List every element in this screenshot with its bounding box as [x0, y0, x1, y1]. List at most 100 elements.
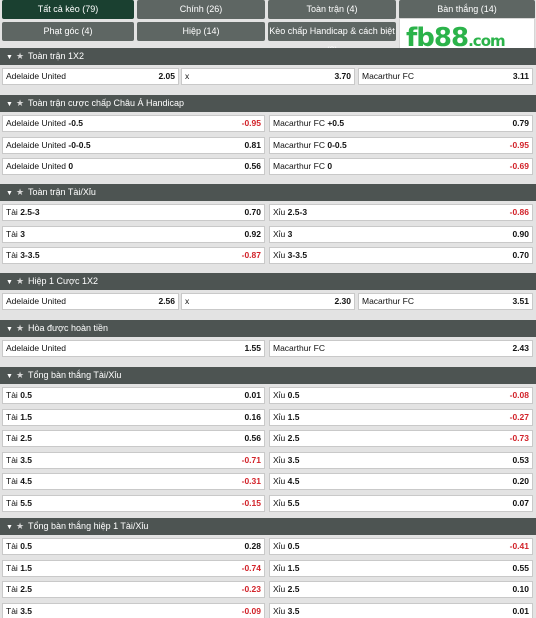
market-header[interactable]: ▼ ★ Hòa được hoàn tiền — [0, 320, 536, 337]
odds-selection[interactable]: Tài 1.5 -0.74 — [2, 559, 265, 577]
odds-selection[interactable]: Xỉu 2.5 -0.73 — [269, 430, 533, 448]
odds-selection[interactable]: Xỉu 2.5-3 -0.86 — [269, 204, 533, 221]
odds-selection[interactable]: Tài 3-3.5 -0.87 — [2, 247, 265, 265]
tab-goals[interactable]: Bàn thắng (14) — [399, 0, 535, 19]
odds-selection[interactable]: Adelaide United -0.5 -0.95 — [2, 115, 265, 132]
odds-selection[interactable]: Macarthur FC 3.11 — [358, 68, 533, 85]
odds-selection[interactable]: Adelaide United 1.55 — [2, 340, 265, 357]
collapse-caret-icon[interactable]: ▼ — [6, 368, 13, 385]
odds-value: 0.53 — [512, 454, 529, 465]
selection-line: 1.5 — [287, 411, 300, 422]
selection-line: 0 — [68, 161, 74, 172]
selection-name: Tài — [6, 228, 18, 239]
favorite-star-icon[interactable]: ★ — [16, 184, 24, 201]
tab-full-time[interactable]: Toàn trận (4) — [268, 0, 396, 19]
odds-selection[interactable]: Xỉu 5.5 0.07 — [269, 494, 533, 512]
collapse-caret-icon[interactable]: ▼ — [6, 96, 13, 113]
odds-value: 0.70 — [512, 250, 529, 261]
favorite-star-icon[interactable]: ★ — [16, 367, 24, 384]
market-section: ▼ ★ Toàn trận Tài/Xỉu Tài 2.5-3 0.70 Xỉu 2.5-… — [0, 184, 536, 266]
odds-selection[interactable]: Tài 3.5 -0.09 — [2, 602, 265, 618]
odds-selection[interactable]: Xỉu 0.5 -0.08 — [269, 387, 533, 404]
tab-handicap-margin[interactable]: Kèo chấp Handicap & cách biệt (3) — [268, 22, 396, 55]
odds-selection[interactable]: Tài 1.5 0.16 — [2, 408, 265, 426]
odds-selection[interactable]: Tài 5.5 -0.15 — [2, 494, 265, 512]
odds-selection[interactable]: Xỉu 4.5 0.20 — [269, 473, 533, 491]
collapse-caret-icon[interactable]: ▼ — [6, 321, 13, 338]
selection-line: 2.5 — [20, 584, 33, 595]
odds-selection[interactable]: Xỉu 1.5 0.55 — [269, 559, 533, 577]
odds-value: 3.70 — [334, 71, 351, 81]
selection-name: Tài — [6, 605, 18, 616]
selection-line: 0.5 — [20, 390, 33, 400]
odds-value: 0.70 — [244, 207, 261, 217]
odds-selection[interactable]: Macarthur FC 2.43 — [269, 340, 533, 357]
selection-line: -0.5 — [68, 118, 84, 128]
tab-corners[interactable]: Phạt góc (4) — [2, 22, 134, 41]
odds-selection[interactable]: Tài 2.5 0.56 — [2, 430, 265, 448]
odds-selection[interactable]: Adelaide United 2.56 — [2, 293, 179, 310]
tab-all[interactable]: Tất cả kèo (79) — [2, 0, 134, 19]
selection-line: 0-0.5 — [327, 139, 347, 150]
odds-selection[interactable]: Xỉu 0.5 -0.41 — [269, 538, 533, 555]
market-header[interactable]: ▼ ★ Toàn trận Tài/Xỉu — [0, 184, 536, 201]
odds-selection[interactable]: Tài 2.5 -0.23 — [2, 581, 265, 599]
odds-selection[interactable]: Xỉu 3.5 0.53 — [269, 451, 533, 469]
market-header[interactable]: ▼ ★ Toàn trận cược chấp Châu Á Handicap — [0, 95, 536, 112]
collapse-caret-icon[interactable]: ▼ — [6, 49, 13, 66]
favorite-star-icon[interactable]: ★ — [16, 518, 24, 535]
selection-name: Tài — [6, 390, 18, 400]
odds-selection[interactable]: Tài 3 0.92 — [2, 225, 265, 243]
odds-selection[interactable]: x 2.30 — [181, 293, 355, 310]
odds-selection[interactable]: x 3.70 — [181, 68, 355, 85]
collapse-caret-icon[interactable]: ▼ — [6, 274, 13, 291]
market-title: Toàn trận 1X2 — [28, 51, 85, 61]
market-section: ▼ ★ Toàn trận 1X2 Adelaide United 2.05 x 3.70 M… — [0, 48, 536, 87]
collapse-caret-icon[interactable]: ▼ — [6, 519, 13, 536]
odds-selection[interactable]: Macarthur FC +0.5 0.79 — [269, 115, 533, 132]
odds-selection[interactable]: Xỉu 3.5 0.01 — [269, 602, 533, 618]
collapse-caret-icon[interactable]: ▼ — [6, 185, 13, 202]
selection-line: 4.5 — [287, 476, 300, 487]
selection-name: Xỉu — [273, 584, 286, 595]
odds-value: -0.87 — [241, 250, 261, 261]
odds-selection[interactable]: Adelaide United 0 0.56 — [2, 158, 265, 176]
odds-selection[interactable]: Adelaide United 2.05 — [2, 68, 179, 85]
selection-name: Tài — [6, 562, 18, 573]
favorite-star-icon[interactable]: ★ — [16, 48, 24, 65]
market-header[interactable]: ▼ ★ Toàn trận 1X2 — [0, 48, 536, 65]
odds-selection[interactable]: Tài 3.5 -0.71 — [2, 451, 265, 469]
odds-selection[interactable]: Macarthur FC 3.51 — [358, 293, 533, 310]
favorite-star-icon[interactable]: ★ — [16, 320, 24, 337]
odds-selection[interactable]: Xỉu 3-3.5 0.70 — [269, 247, 533, 265]
odds-selection[interactable]: Tài 0.5 0.28 — [2, 538, 265, 555]
odds-row: Tài 0.5 0.28 Xỉu 0.5 -0.41 — [0, 536, 536, 557]
favorite-star-icon[interactable]: ★ — [16, 273, 24, 290]
selection-name: x — [185, 71, 190, 81]
favorite-star-icon[interactable]: ★ — [16, 95, 24, 112]
odds-selection[interactable]: Xỉu 3 0.90 — [269, 225, 533, 243]
selection-line: -0-0.5 — [68, 139, 91, 150]
tab-main[interactable]: Chính (26) — [137, 0, 265, 19]
market-section: ▼ ★ Hiệp 1 Cược 1X2 Adelaide United 2.56 x 2.3… — [0, 273, 536, 312]
market-header[interactable]: ▼ ★ Tổng bàn thắng Tài/Xỉu — [0, 367, 536, 384]
odds-selection[interactable]: Xỉu 2.5 0.10 — [269, 581, 533, 599]
tab-halves[interactable]: Hiệp (14) — [137, 22, 265, 41]
odds-selection[interactable]: Macarthur FC 0 -0.69 — [269, 158, 533, 176]
market-header[interactable]: ▼ ★ Tổng bàn thắng hiệp 1 Tài/Xỉu — [0, 518, 536, 535]
selection-name: Xỉu — [273, 476, 286, 487]
selection-name: x — [185, 296, 190, 306]
odds-selection[interactable]: Tài 2.5-3 0.70 — [2, 204, 265, 221]
market-header[interactable]: ▼ ★ Hiệp 1 Cược 1X2 — [0, 273, 536, 290]
odds-value: 2.05 — [158, 71, 175, 81]
selection-name: Macarthur FC — [362, 71, 414, 81]
odds-selection[interactable]: Xỉu 1.5 -0.27 — [269, 408, 533, 426]
odds-selection[interactable]: Adelaide United -0-0.5 0.81 — [2, 136, 265, 154]
market-title: Toàn trận cược chấp Châu Á Handicap — [28, 98, 185, 108]
odds-selection[interactable]: Macarthur FC 0-0.5 -0.95 — [269, 136, 533, 154]
odds-selection[interactable]: Tài 0.5 0.01 — [2, 387, 265, 404]
odds-selection[interactable]: Tài 4.5 -0.31 — [2, 473, 265, 491]
odds-value: 0.01 — [244, 390, 261, 400]
odds-value: -0.73 — [509, 433, 529, 444]
odds-value: 2.43 — [512, 343, 529, 353]
